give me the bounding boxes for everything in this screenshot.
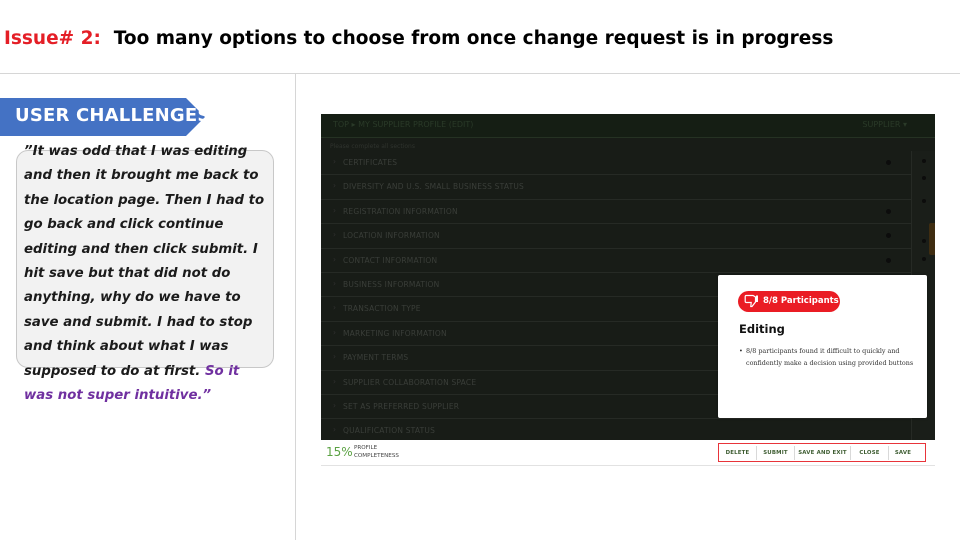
delete-button[interactable]: DELETE	[719, 445, 757, 460]
status-dot	[886, 233, 891, 239]
section-row-label: CERTIFICATES	[333, 157, 397, 167]
section-row-label: DIVERSITY AND U.S. SMALL BUSINESS STATUS	[333, 181, 524, 191]
section-row-label: MARKETING INFORMATION	[333, 328, 447, 338]
side-tab	[929, 223, 935, 255]
completeness-label: PROFILE COMPLETENESS	[354, 445, 399, 460]
section-row-label: TRANSACTION TYPE	[333, 303, 421, 313]
quote-main-text: ”It was odd that I was editing and then …	[24, 144, 265, 379]
header-divider	[0, 73, 960, 74]
column-divider	[295, 74, 296, 540]
section-row-label: SUPPLIER COLLABORATION SPACE	[333, 377, 476, 387]
app-subheading: Please complete all sections	[330, 143, 415, 150]
section-row[interactable]: LOCATION INFORMATION	[321, 224, 911, 249]
status-dot	[886, 208, 891, 214]
section-row[interactable]: CONTACT INFORMATION	[321, 249, 911, 273]
participants-badge: 8/8 Participants	[738, 291, 840, 312]
completeness-percent: 15%	[326, 445, 353, 459]
section-row-label: QUALIFICATION STATUS	[333, 425, 435, 435]
save-button[interactable]: SAVE	[889, 446, 917, 460]
thumbs-down-icon	[744, 294, 758, 308]
section-row[interactable]: DIVERSITY AND U.S. SMALL BUSINESS STATUS	[321, 175, 911, 200]
submit-button[interactable]: SUBMIT	[757, 445, 795, 460]
participants-badge-label: 8/8 Participants	[763, 296, 839, 306]
section-row-label: CONTACT INFORMATION	[333, 255, 437, 265]
side-dot	[922, 159, 926, 163]
action-button-group: DELETE SUBMIT SAVE AND EXIT CLOSE SAVE	[718, 443, 926, 462]
app-breadcrumb: TOP ▸ MY SUPPLIER PROFILE (EDIT)	[333, 120, 474, 129]
save-and-exit-button[interactable]: SAVE AND EXIT	[795, 445, 851, 460]
supplier-menu[interactable]: SUPPLIER ▾	[862, 120, 907, 129]
issue-number: Issue# 2:	[4, 28, 101, 49]
issue-title: Too many options to choose from once cha…	[113, 28, 834, 49]
completeness-label-line1: PROFILE	[354, 445, 378, 451]
side-dot	[922, 176, 926, 180]
section-row-label: LOCATION INFORMATION	[333, 230, 440, 240]
slide-title: Issue# 2: Too many options to choose fro…	[4, 28, 833, 49]
section-row[interactable]: REGISTRATION INFORMATION	[321, 200, 911, 225]
status-dot	[886, 160, 891, 165]
section-row[interactable]: CERTIFICATES	[321, 151, 911, 176]
user-challenges-tag: USER CHALLENGES	[0, 98, 210, 136]
close-button[interactable]: CLOSE	[851, 445, 889, 460]
section-row-label: REGISTRATION INFORMATION	[333, 206, 458, 216]
side-dot	[922, 239, 926, 243]
user-challenges-label: USER CHALLENGES	[15, 105, 211, 126]
section-row-label: BUSINESS INFORMATION	[333, 279, 439, 289]
section-row-label: SET AS PREFERRED SUPPLIER	[333, 401, 459, 411]
completeness-label-line2: COMPLETENESS	[354, 452, 399, 459]
side-dot	[922, 199, 926, 203]
finding-bullet: 8/8 participants found it difficult to q…	[739, 345, 914, 369]
status-dot	[886, 257, 891, 263]
side-dot	[922, 257, 926, 261]
participant-quote: ”It was odd that I was editing and then …	[24, 140, 268, 408]
section-row-label: PAYMENT TERMS	[333, 352, 408, 362]
app-topbar: TOP ▸ MY SUPPLIER PROFILE (EDIT) SUPPLIE…	[321, 114, 935, 138]
finding-title: Editing	[739, 322, 785, 336]
